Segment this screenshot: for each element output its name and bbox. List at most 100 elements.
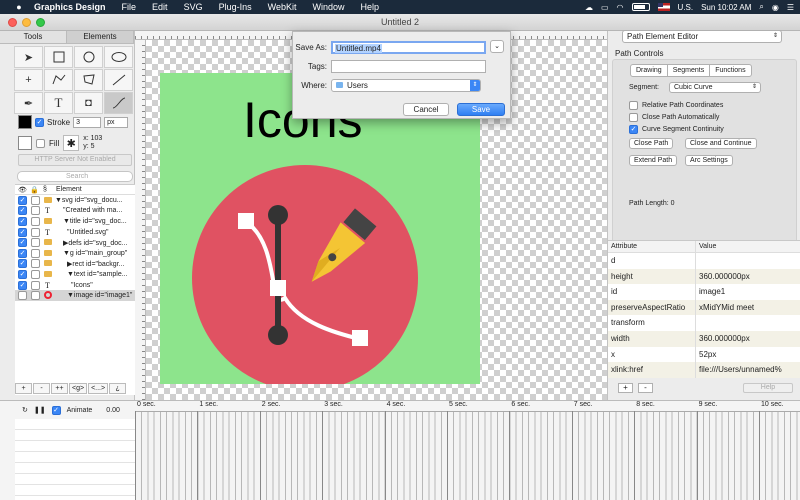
tab-tools[interactable]: Tools xyxy=(0,31,67,43)
where-select[interactable]: Users ⇕ xyxy=(331,78,481,92)
line-tool-icon[interactable] xyxy=(104,69,133,91)
save-button[interactable]: Save xyxy=(457,103,505,116)
value-column-header[interactable]: Value xyxy=(696,241,800,252)
save-as-field[interactable]: Untitled.mp4 xyxy=(331,40,486,54)
tags-field[interactable] xyxy=(331,59,486,73)
extend-path-button[interactable]: Extend Path xyxy=(629,155,678,166)
lock-checkbox[interactable] xyxy=(31,206,40,216)
lock-checkbox[interactable] xyxy=(31,291,40,301)
stroke-checkbox[interactable]: ✓ xyxy=(35,117,44,127)
apple-icon[interactable]: ● xyxy=(12,2,26,12)
attribute-value[interactable]: image1 xyxy=(696,284,800,300)
user-avatar-icon[interactable]: ◉ xyxy=(772,3,779,12)
text-tool-icon[interactable]: T xyxy=(44,92,73,114)
ellipse-tool-icon[interactable] xyxy=(104,46,133,68)
help-button[interactable]: Help xyxy=(743,383,793,393)
tab-drawing[interactable]: Drawing xyxy=(631,65,668,76)
close-and-continue-button[interactable]: Close and Continue xyxy=(685,138,757,149)
option-relative-coordinates[interactable]: Relative Path Coordinates xyxy=(629,100,723,110)
lock-checkbox[interactable] xyxy=(31,227,40,237)
visibility-checkbox[interactable]: ✓ xyxy=(18,206,27,216)
tree-row[interactable]: ✓ ▶rect id="backgr... xyxy=(15,259,135,270)
visibility-checkbox[interactable]: ✓ xyxy=(18,238,27,248)
cancel-button[interactable]: Cancel xyxy=(403,103,449,116)
polygon-tool-icon[interactable] xyxy=(74,69,103,91)
wifi-icon[interactable]: ◠ xyxy=(617,3,624,12)
menu-help[interactable]: Help xyxy=(352,0,387,14)
spotlight-icon[interactable]: ⌕ xyxy=(759,2,763,12)
add-attribute-button[interactable]: + xyxy=(618,383,633,393)
arrow-tool-icon[interactable]: ➤ xyxy=(14,46,43,68)
attribute-value[interactable]: 52px xyxy=(696,347,800,363)
relative-coordinates-checkbox[interactable] xyxy=(629,100,638,110)
attribute-row[interactable]: width 360.000000px xyxy=(608,330,800,347)
expand-dialog-button[interactable]: ⌄ xyxy=(490,40,504,53)
flag-icon[interactable] xyxy=(657,3,670,11)
tree-row[interactable]: ✓ ▶defs id="svg_doc... xyxy=(15,237,135,248)
attribute-row[interactable]: transform xyxy=(608,315,800,331)
animate-checkbox[interactable]: ✓ xyxy=(51,405,61,415)
notification-center-icon[interactable]: ☰ xyxy=(787,3,794,12)
stroke-width-field[interactable]: 3 xyxy=(73,116,102,128)
refresh-icon[interactable]: ↻ xyxy=(22,406,28,414)
attribute-value[interactable] xyxy=(696,315,800,331)
lock-checkbox[interactable] xyxy=(31,248,40,258)
circle-tool-icon[interactable] xyxy=(74,46,103,68)
menu-webkit[interactable]: WebKit xyxy=(260,0,305,14)
rectangle-tool-icon[interactable] xyxy=(44,46,73,68)
info-button[interactable]: ¿ xyxy=(109,382,127,394)
menu-app-name[interactable]: Graphics Design xyxy=(26,0,114,14)
menu-plug-ins[interactable]: Plug-Ins xyxy=(211,0,260,14)
segment-select[interactable]: Cubic Curve ⇕ xyxy=(669,82,761,93)
pause-icon[interactable]: ❚❚ xyxy=(34,406,46,414)
gear-icon[interactable]: ✱ xyxy=(63,135,80,151)
battery-icon[interactable] xyxy=(631,3,650,11)
add-element-button[interactable]: + xyxy=(15,382,32,394)
tab-elements[interactable]: Elements xyxy=(67,31,134,43)
option-curve-segment-continuity[interactable]: ✓ Curve Segment Continuity xyxy=(629,124,724,134)
attribute-row[interactable]: id image1 xyxy=(608,284,800,300)
curve-continuity-checkbox[interactable]: ✓ xyxy=(629,124,638,134)
attribute-value[interactable]: 360.000000px xyxy=(696,331,800,347)
attribute-value[interactable]: file:///Users/unnamed% xyxy=(696,362,800,378)
visibility-checkbox[interactable]: ✓ xyxy=(18,248,27,258)
input-source-label[interactable]: U.S. xyxy=(678,3,694,12)
airplay-icon[interactable]: ▭ xyxy=(601,3,609,12)
menu-edit[interactable]: Edit xyxy=(144,0,176,14)
path-icon-graphic[interactable] xyxy=(190,163,420,384)
group-button[interactable]: <g> xyxy=(69,382,88,394)
tree-row[interactable]: ✓ T "Icons" xyxy=(15,280,135,291)
lock-checkbox[interactable] xyxy=(31,238,40,248)
clock[interactable]: Sun 10:02 AM xyxy=(701,3,751,12)
visibility-checkbox[interactable]: ✓ xyxy=(18,216,27,226)
attribute-row[interactable]: x 52px xyxy=(608,346,800,363)
editor-select[interactable]: Path Element Editor ⇕ xyxy=(622,30,782,43)
tree-row[interactable]: ✓ ▼title id="svg_doc... xyxy=(15,216,135,227)
timeline-track[interactable]: 0 sec. 1 sec. 2 sec. 3 sec. 4 sec. 5 sec. 6 se… xyxy=(135,401,800,500)
menu-svg[interactable]: SVG xyxy=(176,0,211,14)
close-path-button[interactable]: Close Path xyxy=(629,138,674,149)
duplicate-element-button[interactable]: ++ xyxy=(51,382,68,394)
tree-row[interactable]: ✓ T "Created with ma... xyxy=(15,206,135,217)
http-server-button[interactable]: HTTP Server Not Enabled xyxy=(18,154,132,166)
visibility-checkbox[interactable]: ✓ xyxy=(18,259,27,269)
attribute-value[interactable]: 360.000000px xyxy=(696,269,800,285)
pen-tool-icon[interactable]: ✒ xyxy=(14,92,43,114)
attribute-row[interactable]: xlink:href file:///Users/unnamed% xyxy=(608,362,800,378)
cloud-icon[interactable]: ☁ xyxy=(585,3,593,12)
visibility-checkbox[interactable]: ✓ xyxy=(18,227,27,237)
attribute-value[interactable] xyxy=(696,253,800,269)
menu-window[interactable]: Window xyxy=(304,0,352,14)
lock-checkbox[interactable] xyxy=(31,269,40,279)
visibility-checkbox[interactable]: ✓ xyxy=(18,269,27,279)
image-tool-icon[interactable]: ◘ xyxy=(74,92,103,114)
search-input[interactable]: Search xyxy=(17,171,133,182)
menu-file[interactable]: File xyxy=(114,0,145,14)
remove-attribute-button[interactable]: - xyxy=(638,383,653,393)
tree-row[interactable]: ✓ T "Untitled.svg" xyxy=(15,227,135,238)
stroke-unit-select[interactable]: px xyxy=(104,116,129,128)
close-path-checkbox[interactable] xyxy=(629,112,638,122)
tree-row[interactable]: ✓ ▼svg id="svg_docu... xyxy=(15,195,135,206)
attribute-row[interactable]: height 360.000000px xyxy=(608,268,800,285)
lock-checkbox[interactable] xyxy=(31,195,40,205)
